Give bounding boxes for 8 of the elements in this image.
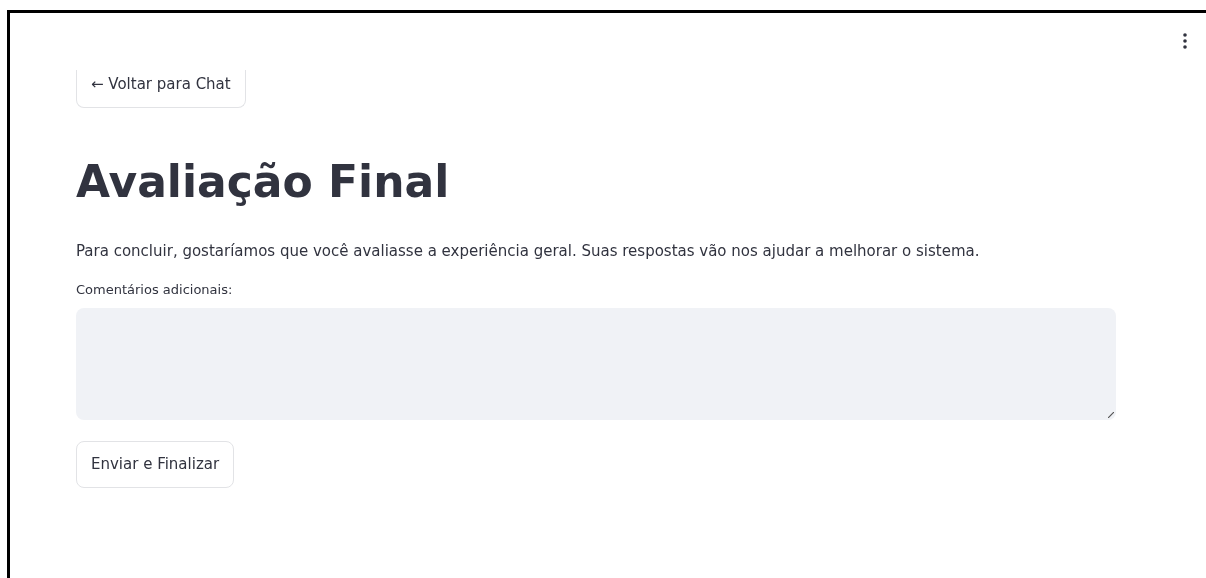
more-options-icon[interactable]	[1183, 33, 1187, 49]
intro-text: Para concluir, gostaríamos que você avaliasse a experiência geral. Suas respostas vão nos ajudar a melhorar o sistema.	[76, 241, 980, 262]
comments-field[interactable]	[76, 308, 1116, 420]
page-title: Avaliação Final	[76, 160, 450, 204]
field-label: Comentários adicionais:	[76, 280, 233, 299]
resize-handle-icon[interactable]	[1108, 412, 1114, 418]
submit-button[interactable]: Enviar e Finalizar	[76, 441, 235, 488]
back-button[interactable]: ← Voltar para Chat	[76, 70, 246, 108]
